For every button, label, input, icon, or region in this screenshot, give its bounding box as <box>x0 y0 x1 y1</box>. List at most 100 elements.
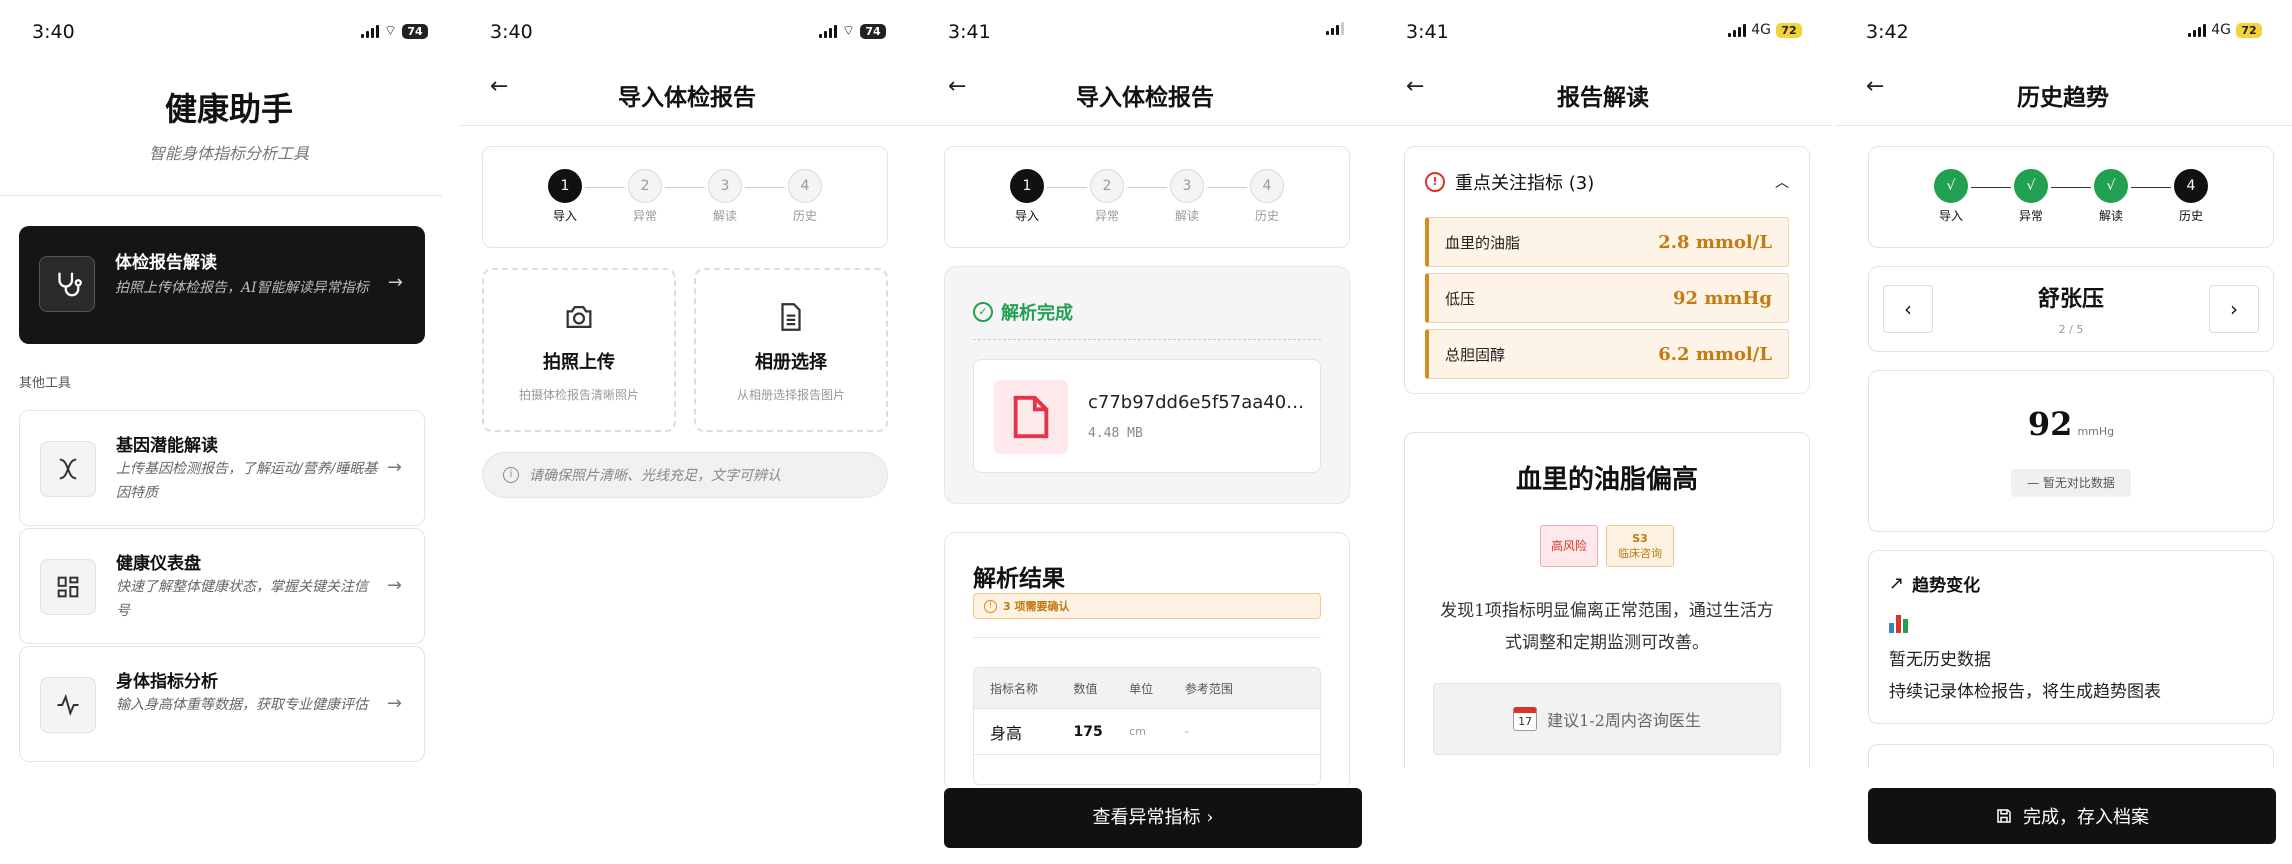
result-card: 解析结果 ! 3 项需要确认 指标名称 数值 单位 参考范围 身高 175 cm - <box>944 532 1350 792</box>
parse-status-card: ✓ 解析完成 c77b97dd6e5f57aa40… 4.48 MB <box>944 266 1350 504</box>
divider <box>0 195 442 196</box>
dashboard-icon <box>40 559 96 615</box>
step-label: 导入 <box>1014 209 1039 223</box>
pdf-file-icon <box>994 380 1068 454</box>
status-time: 3:42 <box>1866 21 1909 43</box>
focus-item-value: 2.8 mmol/L <box>1658 231 1772 253</box>
tool-desc: 上传基因检测报告，了解运动/营养/睡眠基因特质 <box>116 461 378 501</box>
focus-item[interactable]: 血里的油脂 2.8 mmol/L <box>1425 217 1789 267</box>
table-cell: 175 <box>1073 723 1103 740</box>
clinical-level: S3 <box>1632 532 1648 545</box>
arrow-right-icon: → <box>386 693 402 714</box>
step-label: 异常 <box>632 209 657 223</box>
advice-box: 17 建议1-2周内咨询医生 <box>1433 683 1781 755</box>
view-abnormal-button[interactable]: 查看异常指标 › <box>944 788 1362 848</box>
battery-icon: 72 <box>2236 22 2262 38</box>
confirm-text: 3 项需要确认 <box>1003 600 1070 613</box>
step-connector <box>1127 187 1167 188</box>
step-label: 历史 <box>1254 209 1279 223</box>
alert-icon: ! <box>1425 172 1445 192</box>
feature-card-report[interactable]: 体检报告解读 拍照上传体检报告，AI智能解读异常指标 → <box>19 226 425 344</box>
step-connector <box>2051 187 2091 188</box>
focus-item[interactable]: 低压 92 mmHg <box>1425 273 1789 323</box>
header: ← 历史趋势 <box>1834 60 2292 126</box>
step-item: 1 导入 <box>545 169 585 224</box>
advice-text: 建议1-2周内咨询医生 <box>1547 711 1701 730</box>
report-screen: 3:41 4G 72 ← 报告解读 ! 重点关注指标 (3) ︿ 血里的油脂 2.8… <box>1374 0 1832 864</box>
focus-header[interactable]: ! 重点关注指标 (3) ︿ <box>1425 169 1789 195</box>
detail-title: 血里的油脂偏高 <box>1515 465 1698 495</box>
photo-upload-button[interactable]: 拍照上传 拍摄体检报告清晰照片 <box>482 268 676 432</box>
arrow-right-icon: → <box>386 575 402 596</box>
status-bar: 3:42 4G 72 <box>1834 0 2292 60</box>
trend-card: ↗ 趋势变化 暂无历史数据 持续记录体检报告，将生成趋势图表 <box>1868 550 2274 724</box>
tool-card[interactable]: 身体指标分析 输入身高体重等数据，获取专业健康评估 → <box>19 646 425 762</box>
step-label: 异常 <box>1094 209 1119 223</box>
result-table: 指标名称 数值 单位 参考范围 身高 175 cm - <box>973 667 1321 785</box>
step-item: √ 解读 <box>2091 169 2131 224</box>
risk-badge: 高风险 <box>1540 525 1598 567</box>
arrow-right-icon: → <box>387 272 403 293</box>
table-cell: - <box>1184 725 1189 738</box>
step-item: 2 异常 <box>625 169 665 224</box>
metric-value: 92 <box>2027 405 2073 443</box>
focus-item-name: 低压 <box>1445 289 1476 308</box>
chevron-up-icon: ︿ <box>1775 175 1789 191</box>
clinical-badge: S3 临床咨询 <box>1606 525 1674 567</box>
page-title: 导入体检报告 <box>618 84 756 111</box>
wifi-icon: ⌔ <box>841 23 855 39</box>
battery-icon: 74 <box>402 23 428 39</box>
step-label: 导入 <box>1938 209 1963 223</box>
step-item: 3 解读 <box>1167 169 1207 224</box>
confirm-badge: ! 3 项需要确认 <box>973 593 1321 619</box>
step-item: 4 历史 <box>2171 169 2211 224</box>
table-row[interactable]: 身高 175 cm - <box>974 708 1320 754</box>
camera-icon <box>566 305 592 329</box>
clinical-label: 临床咨询 <box>1618 547 1662 560</box>
file-card[interactable]: c77b97dd6e5f57aa40… 4.48 MB <box>973 359 1321 473</box>
header: ← 导入体检报告 <box>916 60 1374 126</box>
signal-icon <box>1326 22 1344 35</box>
divider <box>973 339 1321 340</box>
step-number: 2 <box>628 169 662 203</box>
album-select-button[interactable]: 相册选择 从相册选择报告图片 <box>694 268 888 432</box>
signal-icon <box>360 24 379 38</box>
parse-done-label: 解析完成 <box>1001 303 1073 324</box>
header: ← 导入体检报告 <box>458 60 916 126</box>
dna-icon <box>40 441 96 497</box>
table-header-cell: 参考范围 <box>1184 681 1233 696</box>
step-item: 1 导入 <box>1007 169 1047 224</box>
metric-pager: ‹ 舒张压 2 / 5 › <box>1868 266 2274 352</box>
step-item: 4 历史 <box>1247 169 1287 224</box>
focus-item[interactable]: 总胆固醇 6.2 mmol/L <box>1425 329 1789 379</box>
metric-unit: mmHg <box>2077 425 2115 438</box>
step-item: √ 导入 <box>1931 169 1971 224</box>
table-header-cell: 指标名称 <box>990 681 1039 696</box>
table-row <box>974 754 1320 784</box>
step-connector <box>665 187 705 188</box>
save-archive-button[interactable]: 完成，存入档案 <box>1868 788 2276 844</box>
feature-title: 体检报告解读 <box>115 253 217 273</box>
focus-item-name: 血里的油脂 <box>1445 233 1521 252</box>
status-bar: 3:41 4G 72 <box>1374 0 1832 60</box>
compare-badge: — 暂无对比数据 <box>2011 469 2131 497</box>
step-item: 3 解读 <box>705 169 745 224</box>
step-connector <box>2131 187 2171 188</box>
stepper-card: 1 导入 2 异常 3 解读 4 历史 <box>944 146 1350 248</box>
step-number: 3 <box>708 169 742 203</box>
stepper-card: √ 导入 √ 异常 √ 解读 4 历史 <box>1868 146 2274 248</box>
tool-card[interactable]: 基因潜能解读 上传基因检测报告，了解运动/营养/睡眠基因特质 → <box>19 410 425 526</box>
table-header-cell: 数值 <box>1073 681 1098 696</box>
step-number: √ <box>1934 169 1968 203</box>
wifi-icon: ⌔ <box>383 23 397 39</box>
tool-card[interactable]: 健康仪表盘 快速了解整体健康状态，掌握关键关注信号 → <box>19 528 425 644</box>
step-connector <box>1047 187 1087 188</box>
header: ← 报告解读 <box>1374 60 1832 126</box>
step-connector <box>585 187 625 188</box>
info-icon: i <box>503 467 519 483</box>
photo-desc: 拍摄体检报告清晰照片 <box>518 388 639 402</box>
next-button[interactable]: › <box>2209 285 2259 333</box>
step-item: 4 历史 <box>785 169 825 224</box>
step-number: 2 <box>1090 169 1124 203</box>
stethoscope-icon <box>39 256 95 312</box>
